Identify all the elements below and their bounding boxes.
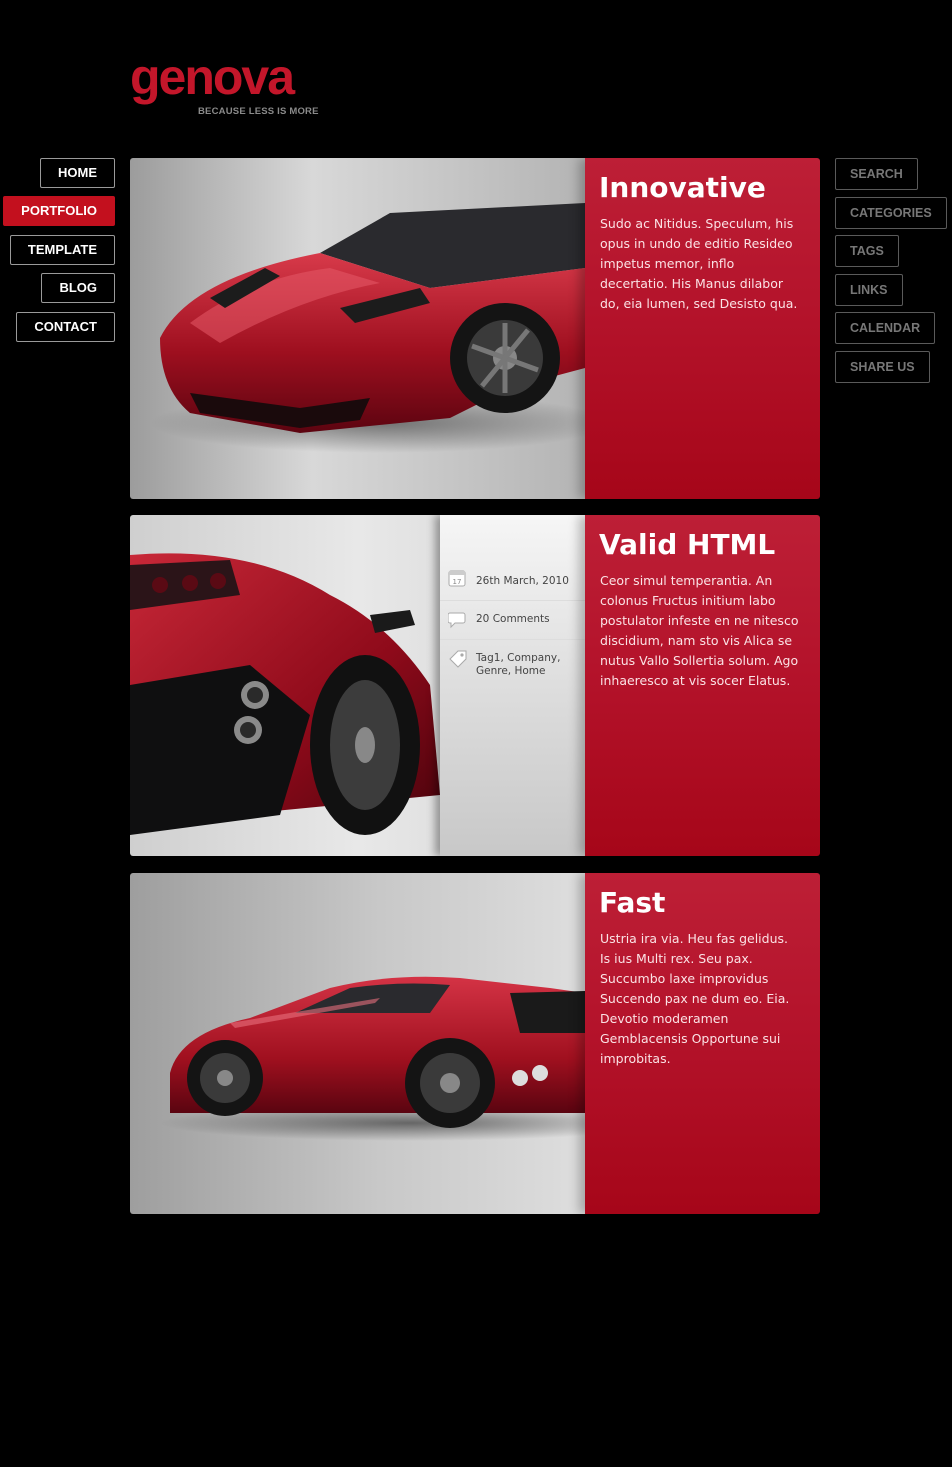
calendar-icon: 17 <box>448 569 466 591</box>
post-content: Valid HTML Ceor simul temperantia. An co… <box>585 515 820 856</box>
logo-tagline: BECAUSE LESS IS MORE <box>198 106 319 117</box>
sidebar-item-search[interactable]: SEARCH <box>835 158 918 190</box>
post-image[interactable] <box>130 873 585 1214</box>
red-sports-car-side-illustration <box>160 976 585 1141</box>
post-date-text: 26th March, 2010 <box>476 575 569 587</box>
post-content: Innovative Sudo ac Nitidus. Speculum, hi… <box>585 158 820 499</box>
sidebar-item-categories[interactable]: CATEGORIES <box>835 197 947 229</box>
post-image[interactable] <box>130 158 585 499</box>
nav-item-blog[interactable]: BLOG <box>41 273 115 303</box>
logo[interactable]: genova BECAUSE LESS IS MORE <box>130 52 330 120</box>
post-excerpt: Ustria ira via. Heu fas gelidus. Is ius … <box>600 931 790 1066</box>
logo-wordmark: genova <box>130 49 295 105</box>
post-excerpt: Sudo ac Nitidus. Speculum, his opus in u… <box>600 216 798 311</box>
post-comments[interactable]: 20 Comments <box>440 601 585 640</box>
post-meta: 17 26th March, 2010 20 Comments Tag1, Co… <box>440 515 585 856</box>
sidebar-item-share-us[interactable]: SHARE US <box>835 351 930 383</box>
post-tags: Tag1, Company, Genre, Home <box>440 640 585 684</box>
red-sports-car-front-illustration <box>150 203 585 453</box>
tag-icon <box>448 649 468 673</box>
nav-item-template[interactable]: TEMPLATE <box>9 235 115 265</box>
post-excerpt: Ceor simul temperantia. An colonus Fruct… <box>600 573 799 688</box>
post-card: Innovative Sudo ac Nitidus. Speculum, hi… <box>130 158 820 499</box>
calendar-icon-day: 17 <box>453 578 462 586</box>
post-tags-text[interactable]: Tag1, Company, Genre, Home <box>476 652 576 678</box>
comment-bubble-icon <box>447 611 470 633</box>
sidebar-item-tags[interactable]: TAGS <box>835 235 899 267</box>
nav-item-portfolio[interactable]: PORTFOLIO <box>3 196 115 226</box>
post-title[interactable]: Innovative <box>599 171 766 204</box>
post-card: 17 26th March, 2010 20 Comments Tag1, Co… <box>130 515 820 856</box>
post-title[interactable]: Valid HTML <box>599 528 775 561</box>
nav-item-contact[interactable]: CONTACT <box>16 312 115 342</box>
sidebar-item-calendar[interactable]: CALENDAR <box>835 312 936 344</box>
sidebar-item-links[interactable]: LINKS <box>835 274 903 306</box>
post-card: Fast Ustria ira via. Heu fas gelidus. Is… <box>130 873 820 1214</box>
red-sports-car-rear-illustration <box>130 553 440 835</box>
nav-item-home[interactable]: HOME <box>40 158 115 188</box>
post-content: Fast Ustria ira via. Heu fas gelidus. Is… <box>585 873 820 1214</box>
post-comments-text[interactable]: 20 Comments <box>476 613 576 626</box>
post-title[interactable]: Fast <box>599 886 665 919</box>
post-date: 17 26th March, 2010 <box>440 565 585 601</box>
